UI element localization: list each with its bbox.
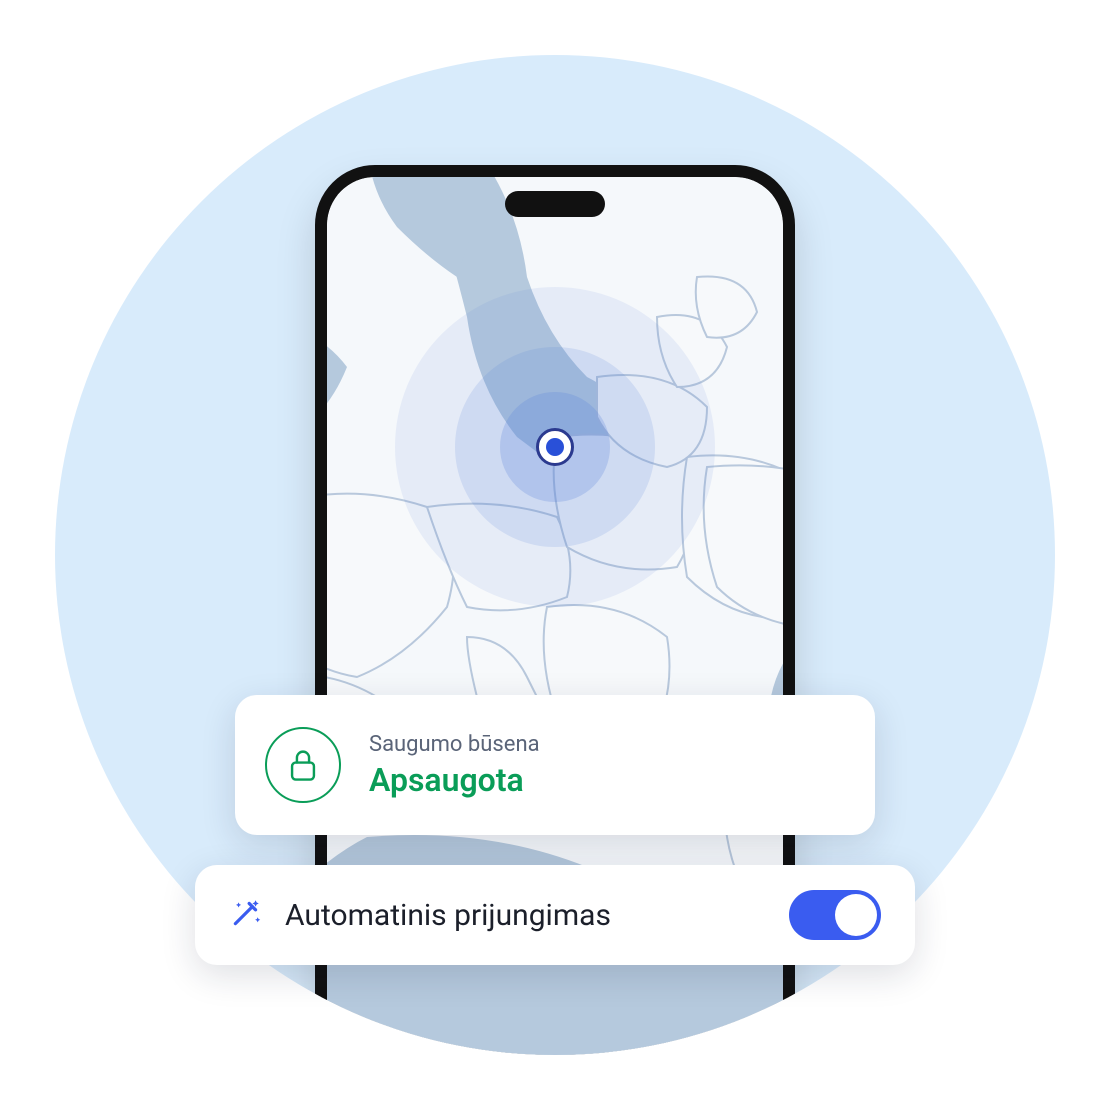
magic-wand-icon [229,896,263,934]
auto-connect-card: Automatinis prijungimas [195,865,915,965]
auto-connect-toggle[interactable] [789,890,881,940]
auto-connect-label: Automatinis prijungimas [285,898,611,933]
lock-icon [265,727,341,803]
security-status-label: Saugumo būsena [369,732,540,757]
location-pin [536,428,574,466]
security-status-value: Apsaugota [369,761,540,799]
security-status-card: Saugumo būsena Apsaugota [235,695,875,835]
